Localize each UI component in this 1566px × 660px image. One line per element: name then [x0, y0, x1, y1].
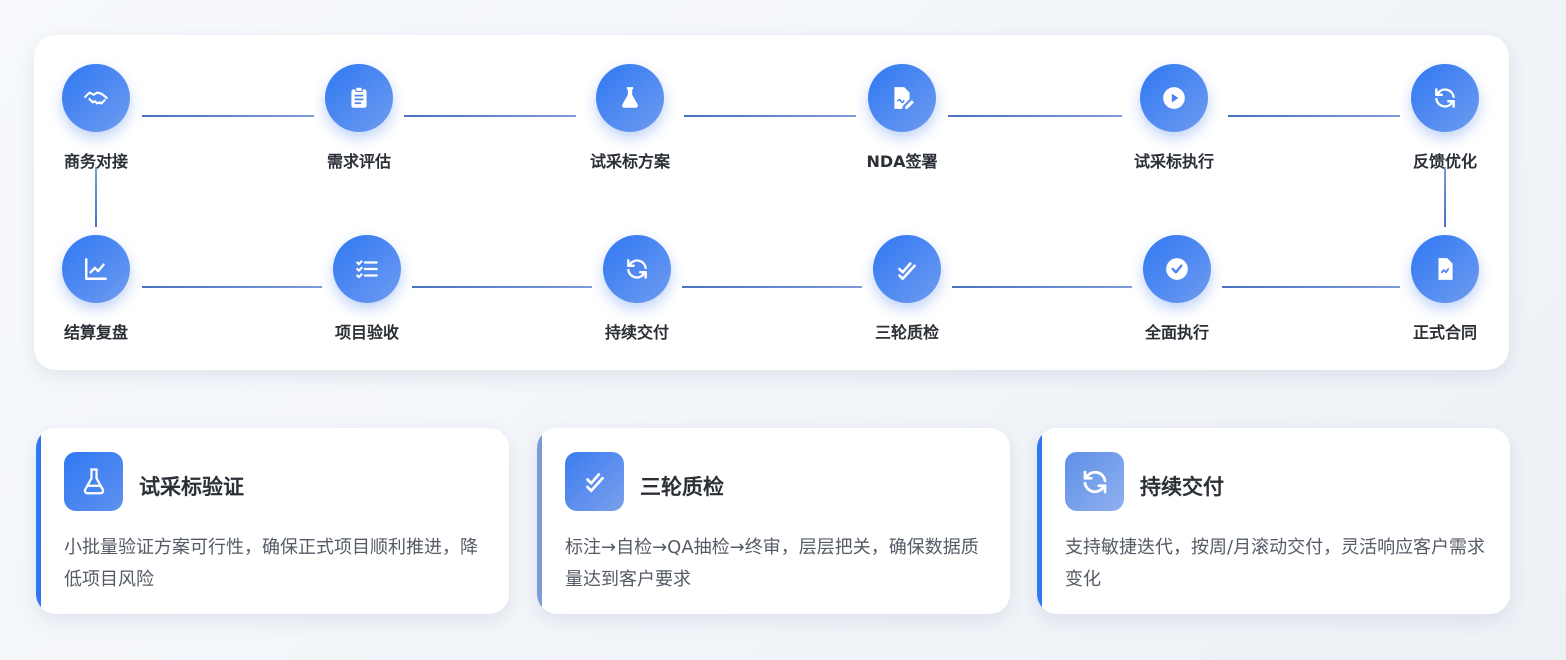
connector-line: [682, 286, 862, 288]
step-label: 商务对接: [63, 152, 128, 171]
step-label: 试采标执行: [1133, 152, 1214, 171]
card-accent-bar: [36, 428, 41, 614]
step-label: 全面执行: [1144, 323, 1209, 342]
step-label: 项目验收: [334, 323, 399, 342]
card-accent-bar: [1037, 428, 1042, 614]
connector-line: [142, 115, 314, 117]
step-label: 结算复盘: [63, 323, 128, 342]
connector-line: [404, 115, 576, 117]
list-check-icon: [333, 235, 401, 303]
card-title: 持续交付: [1140, 475, 1224, 499]
connector-line: [1222, 286, 1400, 288]
double-check-icon: [873, 235, 941, 303]
refresh-icon: [603, 235, 671, 303]
step-label: 持续交付: [604, 323, 669, 342]
signature-icon: [868, 64, 936, 132]
flask-icon: [64, 452, 123, 511]
handshake-icon: [62, 64, 130, 132]
feature-card: 试采标验证 小批量验证方案可行性，确保正式项目顺利推进，降低项目风险: [36, 428, 509, 614]
step-label: 反馈优化: [1412, 152, 1477, 171]
card-description: 支持敏捷迭代，按周/月滚动交付，灵活响应客户需求变化: [1065, 537, 1486, 590]
clipboard-list-icon: [325, 64, 393, 132]
card-title: 三轮质检: [640, 475, 724, 499]
connector-line-vertical: [1444, 167, 1446, 227]
check-circle-icon: [1143, 235, 1211, 303]
double-check-icon: [565, 452, 624, 511]
step-label: 试采标方案: [589, 152, 670, 171]
connector-line-vertical: [95, 167, 97, 227]
connector-line: [1228, 115, 1400, 117]
connector-line: [952, 286, 1132, 288]
step-label: 需求评估: [326, 152, 391, 171]
card-accent-bar: [537, 428, 542, 614]
card-description: 标注→自检→QA抽检→终审，层层把关，确保数据质量达到客户要求: [565, 537, 979, 590]
play-circle-icon: [1140, 64, 1208, 132]
step-label: 三轮质检: [874, 323, 939, 342]
connector-line: [948, 115, 1122, 117]
refresh-icon: [1411, 64, 1479, 132]
flask-icon: [596, 64, 664, 132]
connector-line: [142, 286, 322, 288]
chart-line-icon: [62, 235, 130, 303]
step-label: 正式合同: [1412, 323, 1477, 342]
process-flow-panel: 商务对接 需求评估 试采标方案 NDA签署 试采标执行 反馈优化 结算复盘 项目…: [34, 35, 1509, 370]
contract-icon: [1411, 235, 1479, 303]
feature-card: 持续交付 支持敏捷迭代，按周/月滚动交付，灵活响应客户需求变化: [1037, 428, 1510, 614]
refresh-icon: [1065, 452, 1124, 511]
card-title: 试采标验证: [139, 475, 244, 499]
card-description: 小批量验证方案可行性，确保正式项目顺利推进，降低项目风险: [64, 537, 478, 590]
step-label: NDA签署: [866, 152, 938, 171]
feature-card: 三轮质检 标注→自检→QA抽检→终审，层层把关，确保数据质量达到客户要求: [537, 428, 1010, 614]
connector-line: [684, 115, 856, 117]
connector-line: [412, 286, 592, 288]
